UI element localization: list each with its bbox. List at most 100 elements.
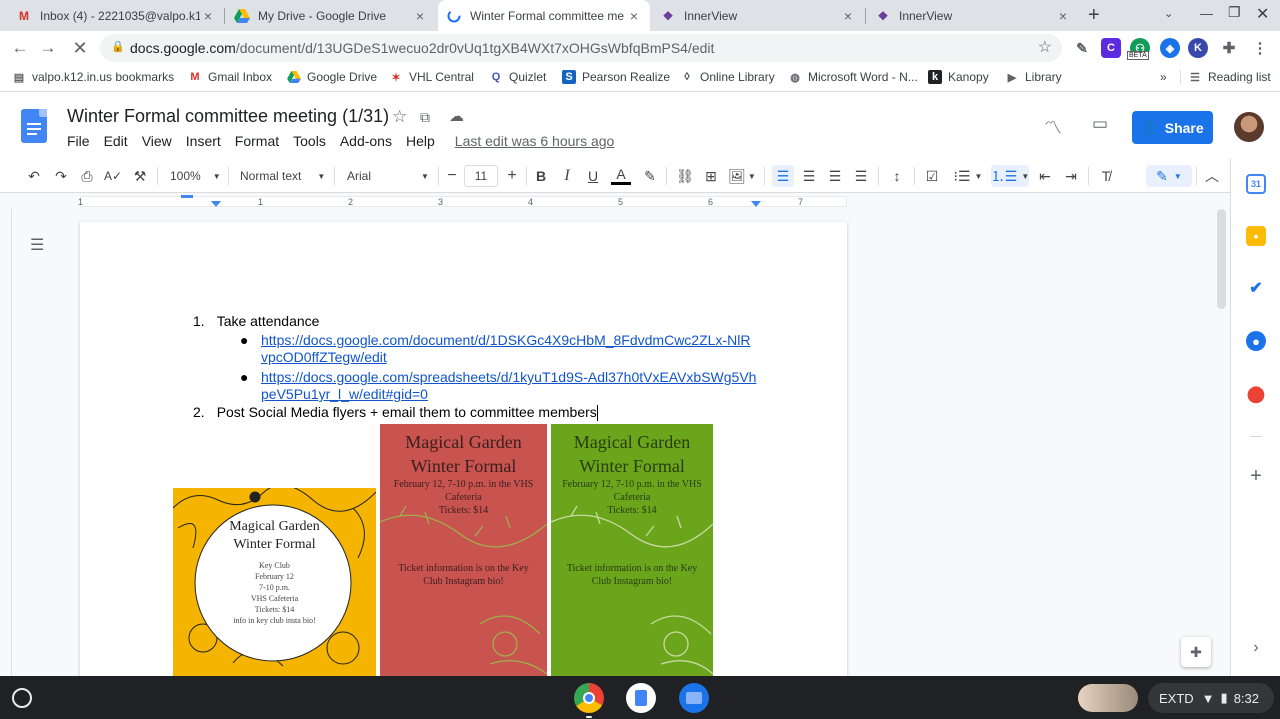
spellcheck-icon[interactable]: A✓	[103, 165, 123, 187]
menu-format[interactable]: Format	[235, 133, 279, 149]
align-right-icon[interactable]: ☰	[825, 165, 845, 187]
style-select[interactable]: Normal text ▼	[240, 165, 326, 187]
document-canvas[interactable]: ☰ 1. Take attendance ● https://docs.googl…	[0, 209, 1230, 682]
tab-innerview-1[interactable]: ❖ InnerView ×	[652, 0, 864, 31]
bookmark-item[interactable]: S Pearson Realize	[562, 70, 670, 84]
star-icon[interactable]: ☆	[392, 107, 407, 127]
get-add-ons-plus-icon[interactable]: +	[1246, 465, 1266, 487]
insert-link-icon[interactable]: ⛓	[675, 165, 695, 187]
bookmark-item[interactable]: M Gmail Inbox	[188, 70, 272, 84]
left-indent-marker[interactable]	[211, 201, 221, 207]
menu-add-ons[interactable]: Add-ons	[340, 133, 392, 149]
text-color-button[interactable]: A	[611, 165, 631, 185]
document-title[interactable]: Winter Formal committee meeting (1/31)	[67, 106, 389, 127]
window-close-icon[interactable]: ✕	[1256, 4, 1269, 24]
italic-button[interactable]: I	[558, 165, 576, 187]
holding-space-thumbnail[interactable]	[1078, 684, 1138, 712]
close-icon[interactable]: ×	[200, 8, 216, 24]
maps-icon[interactable]: ⬤	[1246, 384, 1266, 404]
hide-panel-chevron-icon[interactable]: ›	[1246, 638, 1266, 658]
bookmark-item[interactable]: ▤ valpo.k12.in.us bookmarks	[12, 70, 174, 84]
undo-icon[interactable]: ↶	[24, 165, 44, 187]
extension-c-icon[interactable]: C	[1101, 38, 1121, 58]
underline-button[interactable]: U	[584, 165, 602, 187]
increase-indent-icon[interactable]: ⇥	[1061, 165, 1081, 187]
address-bar[interactable]: 🔒 docs.google.com/document/d/13UGDeS1wec…	[100, 34, 1062, 62]
comments-icon[interactable]: ▭	[1092, 114, 1108, 134]
tab-search-chevron-icon[interactable]: ⌄	[1164, 7, 1173, 20]
add-comment-icon[interactable]: ⊞	[701, 165, 721, 187]
decrease-font-size-button[interactable]: −	[443, 165, 461, 187]
align-center-icon[interactable]: ☰	[799, 165, 819, 187]
font-size-input[interactable]: 11	[464, 165, 498, 187]
collapse-menus-icon[interactable]: ︿	[1202, 165, 1222, 187]
tasks-icon[interactable]: ✔	[1246, 278, 1266, 298]
explore-icon[interactable]: ✚	[1181, 637, 1211, 667]
close-icon[interactable]: ×	[412, 8, 428, 24]
calendar-icon[interactable]: 31	[1246, 174, 1266, 194]
flyer-image-red[interactable]: Magical Garden Winter Formal February 12…	[380, 424, 547, 678]
keep-icon[interactable]: •	[1246, 226, 1266, 246]
tab-google-drive[interactable]: My Drive - Google Drive ×	[226, 0, 436, 31]
bookmark-item[interactable]: ✶ VHL Central	[389, 70, 474, 84]
chrome-icon[interactable]	[574, 683, 604, 713]
document-outline-icon[interactable]: ☰	[30, 235, 44, 255]
menu-edit[interactable]: Edit	[104, 133, 128, 149]
more-bookmarks-button[interactable]: »	[1160, 70, 1167, 84]
forward-arrow-icon[interactable]: →	[36, 36, 60, 60]
share-button[interactable]: 👤 Share	[1132, 111, 1213, 144]
bulleted-list-icon[interactable]: ⁝☰ ▼	[949, 165, 987, 187]
attendance-doc-link[interactable]: https://docs.google.com/document/d/1DSKG…	[261, 332, 750, 348]
bookmark-star-icon[interactable]: ☆	[1038, 37, 1052, 57]
print-icon[interactable]: ⎙	[77, 165, 97, 187]
new-tab-button[interactable]: +	[1088, 4, 1108, 27]
align-left-icon[interactable]: ☰	[772, 165, 794, 187]
reading-list-button[interactable]: ☰ Reading list	[1180, 70, 1271, 84]
bold-button[interactable]: B	[532, 165, 550, 187]
extension-k-icon[interactable]: K	[1188, 38, 1208, 58]
extension-shield-icon[interactable]: ◈	[1160, 38, 1180, 58]
activity-trend-icon[interactable]: 〽	[1044, 114, 1062, 140]
menu-insert[interactable]: Insert	[186, 133, 221, 149]
launcher-icon[interactable]	[12, 688, 32, 708]
list-item[interactable]: 2. Post Social Media flyers + email them …	[193, 404, 598, 422]
bookmark-item[interactable]: Q Quizlet	[489, 70, 547, 84]
menu-file[interactable]: File	[67, 133, 90, 149]
flyer-image-yellow[interactable]: Magical Garden Winter Formal Key Club Fe…	[173, 488, 376, 678]
tab-innerview-2[interactable]: ❖ InnerView ×	[867, 0, 1079, 31]
back-arrow-icon[interactable]: ←	[8, 36, 32, 60]
document-page[interactable]: 1. Take attendance ● https://docs.google.…	[80, 222, 847, 682]
font-select[interactable]: Arial ▼	[347, 165, 433, 187]
line-spacing-icon[interactable]: ↕	[886, 165, 908, 187]
highlight-pen-icon[interactable]: ✎	[640, 165, 660, 187]
redo-icon[interactable]: ↷	[51, 165, 71, 187]
attendance-doc-link-cont[interactable]: vpcOD0ffZTegw/edit	[261, 349, 387, 365]
bookmark-item[interactable]: ◍ Microsoft Word - N...	[788, 70, 918, 84]
contacts-icon[interactable]: ●	[1246, 331, 1266, 351]
avatar[interactable]	[1234, 112, 1264, 142]
first-line-indent-marker[interactable]	[181, 195, 193, 198]
attendance-sheet-link-cont[interactable]: peV5Pu1yr_l_w/edit#gid=0	[261, 386, 428, 402]
checklist-icon[interactable]: ☑	[922, 165, 942, 187]
last-edit-link[interactable]: Last edit was 6 hours ago	[455, 133, 615, 149]
extension-pen-icon[interactable]: ✎	[1072, 38, 1092, 58]
stop-loading-icon[interactable]: ✕	[68, 36, 92, 60]
bookmark-item[interactable]: ◊ Online Library	[680, 70, 774, 84]
decrease-indent-icon[interactable]: ⇤	[1035, 165, 1055, 187]
cloud-status-icon[interactable]: ☁	[449, 107, 464, 125]
status-tray[interactable]: EXTD ▼ ▮ 8:32	[1148, 683, 1274, 713]
browser-menu-icon[interactable]: ⋮	[1250, 38, 1270, 58]
increase-font-size-button[interactable]: +	[503, 165, 521, 187]
numbered-list-icon[interactable]: ⒈☰ ▼	[991, 165, 1029, 187]
extensions-puzzle-icon[interactable]: ✚	[1219, 38, 1239, 58]
insert-image-icon[interactable]: 🖼 ▼	[727, 165, 757, 187]
zoom-select[interactable]: 100% ▼	[170, 165, 221, 187]
google-docs-app-icon[interactable]	[626, 683, 656, 713]
attendance-sheet-link[interactable]: https://docs.google.com/spreadsheets/d/1…	[261, 369, 756, 385]
move-folder-icon[interactable]: ⧉	[420, 109, 430, 126]
minimize-icon[interactable]: —	[1200, 6, 1213, 21]
bookmark-item[interactable]: Google Drive	[287, 70, 377, 84]
flyer-image-green[interactable]: Magical Garden Winter Formal February 12…	[551, 424, 713, 678]
bookmark-item[interactable]: k Kanopy	[928, 70, 989, 84]
vertical-scrollbar[interactable]	[1217, 209, 1226, 309]
